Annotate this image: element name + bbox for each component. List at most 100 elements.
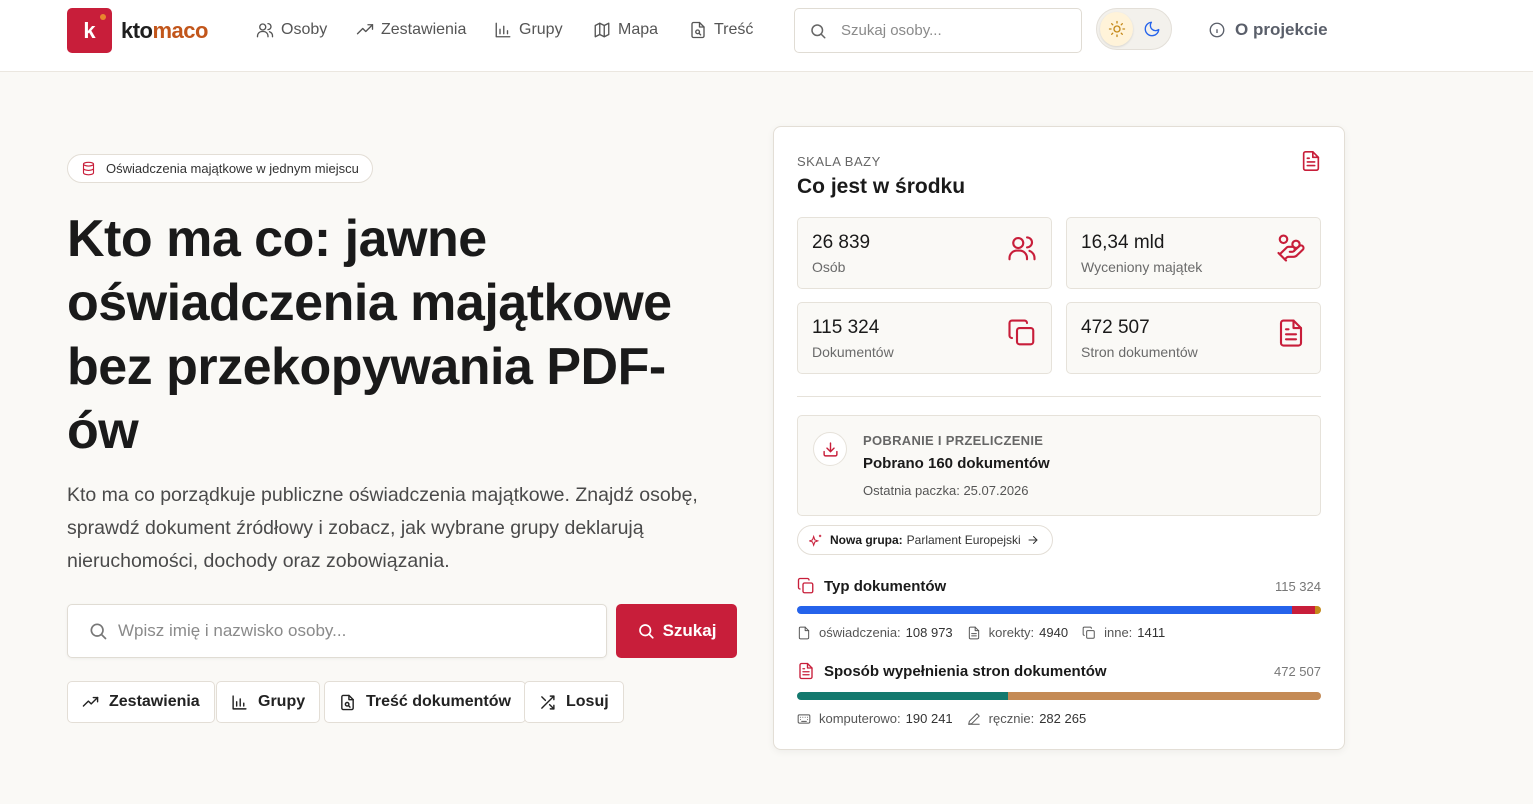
quick-link-label: Losuj — [566, 693, 609, 710]
legend-label: inne: — [1104, 625, 1133, 640]
quick-link-losuj[interactable]: Losuj — [524, 681, 624, 723]
download-status-box: POBRANIE I PRZELICZENIE Pobrano 160 doku… — [797, 415, 1321, 516]
legend-item-komputerowo: komputerowo: 190 241 — [797, 711, 953, 726]
copy-icon — [1008, 319, 1035, 346]
nav-link-osoby[interactable]: Osoby — [256, 21, 327, 39]
hero-description: Kto ma co porządkuje publiczne oświadcze… — [67, 484, 698, 572]
light-mode-button[interactable] — [1100, 12, 1133, 46]
download-icon — [822, 441, 838, 457]
moon-icon — [1144, 21, 1159, 37]
bar-chart-icon — [495, 22, 511, 38]
logo-dot — [100, 14, 106, 20]
hand-coins-icon — [1277, 234, 1305, 262]
top-navbar: k ktomaco Osoby Zestawienia Grupy Mapa T… — [0, 0, 1533, 72]
logo[interactable]: k ktomaco — [67, 8, 208, 53]
trending-up-icon — [356, 24, 374, 35]
file-icon — [798, 626, 810, 639]
file-text-icon — [799, 662, 813, 680]
nav-link-grupy[interactable]: Grupy — [494, 21, 563, 39]
nav-search-input[interactable] — [841, 22, 1061, 39]
download-title: Pobrano 160 dokumentów — [863, 455, 1050, 472]
search-button[interactable]: Szukaj — [616, 604, 737, 658]
legend-item-recznie: ręcznie: 282 265 — [967, 711, 1087, 726]
stat-label: Stron dokumentów — [1081, 344, 1198, 360]
users-icon — [1008, 236, 1036, 261]
nav-link-label: Treść — [714, 21, 754, 38]
stat-persons: 26 839 Osób — [797, 217, 1052, 289]
legend-label: ręcznie: — [988, 711, 1035, 726]
fill-method-bar — [797, 692, 1321, 700]
nav-link-label: Zestawienia — [381, 21, 467, 38]
nav-search-box[interactable] — [794, 8, 1082, 53]
nav-link-label: Grupy — [519, 21, 563, 38]
logo-text-maco: maco — [152, 17, 209, 43]
file-text-icon — [968, 626, 979, 639]
search-button-label: Szukaj — [662, 621, 717, 640]
database-stats-card: SKALA BAZY Co jest w środku 26 839 Osób … — [773, 126, 1345, 750]
bar-segment — [797, 606, 1293, 614]
stat-label: Wyceniony majątek — [1081, 259, 1203, 275]
download-icon-circle — [813, 432, 847, 466]
sun-icon — [1108, 20, 1125, 38]
stat-value: 115 324 — [812, 317, 880, 338]
bar-segment — [1007, 692, 1321, 700]
doc-types-bar — [797, 606, 1321, 614]
card-title: Co jest w środku — [797, 175, 966, 198]
trending-up-icon — [82, 696, 99, 707]
stat-value: 472 507 — [1081, 317, 1150, 338]
doc-types-title: Typ dokumentów — [824, 577, 947, 595]
quick-link-zestawienia[interactable]: Zestawienia — [67, 681, 215, 723]
users-icon — [256, 22, 274, 38]
fill-method-total: 472 507 — [1274, 663, 1321, 679]
about-project-link[interactable]: O projekcie — [1208, 20, 1328, 40]
stat-documents: 115 324 Dokumentów — [797, 302, 1052, 374]
logo-mark: k — [67, 8, 112, 53]
stat-pages: 472 507 Stron dokumentów — [1066, 302, 1321, 374]
nav-link-mapa[interactable]: Mapa — [593, 21, 658, 39]
copy-icon — [1082, 626, 1095, 639]
dark-mode-button[interactable] — [1135, 12, 1168, 46]
hero-title: Kto ma co: jawne oświadczenia majątkowe … — [67, 210, 672, 460]
fill-method-header: Sposób wypełnienia stron dokumentów 472 … — [797, 660, 1321, 682]
pen-icon — [967, 712, 980, 725]
sparkles-icon — [809, 534, 822, 547]
quick-link-label: Zestawienia — [109, 693, 200, 710]
nav-link-label: Osoby — [281, 21, 328, 38]
quick-link-grupy[interactable]: Grupy — [216, 681, 321, 723]
hero-badge-label: Oświadczenia majątkowe w jednym miejscu — [106, 161, 359, 176]
theme-toggle[interactable] — [1096, 8, 1172, 50]
fill-method-legend: komputerowo: 190 241 ręcznie: 282 265 — [797, 711, 1100, 726]
stat-label: Dokumentów — [812, 344, 894, 360]
hero-badge: Oświadczenia majątkowe w jednym miejscu — [67, 154, 373, 183]
arrow-right-icon — [1028, 536, 1038, 544]
stat-value: 26 839 — [812, 232, 871, 253]
legend-label: korekty: — [988, 625, 1035, 640]
quick-link-label: Treść dokumentów — [366, 693, 511, 710]
bar-chart-icon — [232, 694, 247, 710]
file-text-icon — [1302, 151, 1320, 171]
quick-link-tresc-dokumentow[interactable]: Treść dokumentów — [324, 681, 526, 723]
new-group-prefix: Nowa grupa: — [830, 533, 903, 547]
nav-link-tresc[interactable]: Treść — [689, 21, 753, 39]
legend-item-oswiadczenia: oświadczenia: 108 973 — [797, 625, 953, 640]
legend-value: 282 265 — [1039, 711, 1087, 726]
stat-assets: 16,34 mld Wyceniony majątek — [1066, 217, 1321, 289]
doc-types-header: Typ dokumentów 115 324 — [797, 575, 1321, 597]
download-eyebrow: POBRANIE I PRZELICZENIE — [863, 433, 1044, 448]
legend-item-korekty: korekty: 4940 — [967, 625, 1068, 640]
legend-value: 1411 — [1137, 625, 1166, 640]
new-group-link[interactable]: Nowa grupa: Parlament Europejski — [797, 525, 1053, 555]
nav-link-zestawienia[interactable]: Zestawienia — [356, 21, 466, 39]
person-search-box[interactable] — [67, 604, 607, 658]
search-icon — [811, 23, 826, 38]
logo-letter: k — [83, 17, 96, 43]
about-label: O projekcie — [1235, 20, 1328, 39]
fill-method-title: Sposób wypełnienia stron dokumentów — [824, 662, 1107, 680]
shuffle-icon — [541, 694, 555, 710]
search-icon — [90, 623, 107, 640]
legend-label: oświadczenia: — [819, 625, 901, 640]
new-group-name: Parlament Europejski — [906, 533, 1021, 547]
database-icon — [82, 161, 95, 176]
person-search-input[interactable] — [118, 621, 578, 641]
legend-label: komputerowo: — [819, 711, 901, 726]
